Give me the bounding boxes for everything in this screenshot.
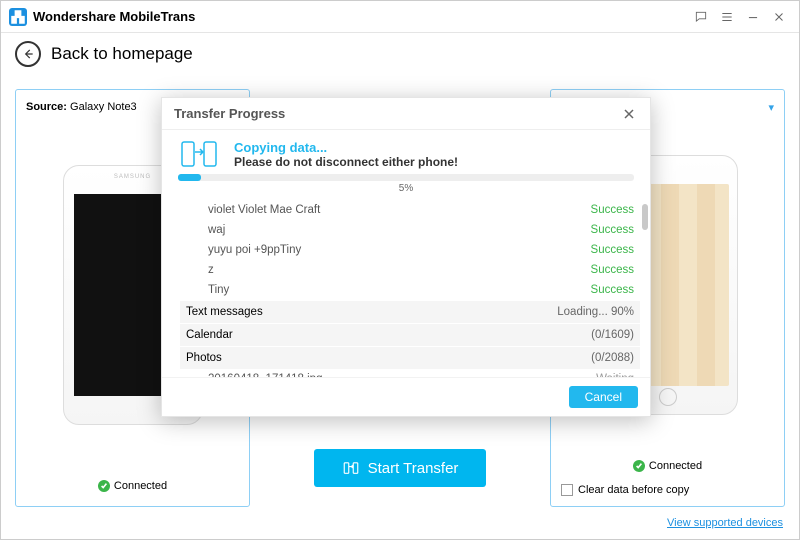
transfer-progress-dialog: Transfer Progress Copying data... Please… xyxy=(161,97,651,417)
source-status: Connected xyxy=(26,476,239,496)
scrollbar-thumb[interactable] xyxy=(642,204,648,230)
progress-area: 5% xyxy=(162,172,650,200)
warning-label: Please do not disconnect either phone! xyxy=(234,155,458,169)
menu-icon[interactable] xyxy=(715,5,739,29)
clear-data-label: Clear data before copy xyxy=(578,484,689,496)
category-row: Calendar(0/1609) xyxy=(180,324,640,346)
close-icon[interactable] xyxy=(767,5,791,29)
dialog-status-row: Copying data... Please do not disconnect… xyxy=(162,130,650,172)
back-label: Back to homepage xyxy=(51,44,193,64)
transfer-icon xyxy=(342,459,360,477)
item-row: violet Violet Mae CraftSuccess xyxy=(180,200,640,220)
row-name: violet Violet Mae Craft xyxy=(186,204,591,216)
item-row: wajSuccess xyxy=(180,220,640,240)
dialog-header: Transfer Progress xyxy=(162,98,650,130)
source-status-text: Connected xyxy=(114,480,167,492)
row-status: Success xyxy=(591,204,634,216)
row-name: Text messages xyxy=(186,306,557,318)
progress-bar xyxy=(178,174,634,181)
clear-data-option[interactable]: Clear data before copy xyxy=(561,484,774,496)
copying-label: Copying data... xyxy=(234,140,458,155)
transfer-list: violet Violet Mae CraftSuccesswajSuccess… xyxy=(162,200,650,377)
app-logo xyxy=(9,8,27,26)
row-name: waj xyxy=(186,224,591,236)
dialog-title: Transfer Progress xyxy=(174,106,285,121)
item-row: TinySuccess xyxy=(180,280,640,300)
back-row: Back to homepage xyxy=(1,33,799,75)
row-status: Success xyxy=(591,244,634,256)
row-status: Waiting xyxy=(596,373,634,377)
category-row: Text messagesLoading... 90% xyxy=(180,301,640,323)
chevron-down-icon[interactable]: ▾ xyxy=(768,101,774,114)
source-prefix: Source: xyxy=(26,101,67,113)
minimize-icon[interactable] xyxy=(741,5,765,29)
feedback-icon[interactable] xyxy=(689,5,713,29)
title-bar: Wondershare MobileTrans xyxy=(1,1,799,33)
progress-bar-fill xyxy=(178,174,201,181)
source-device: Galaxy Note3 xyxy=(70,101,137,113)
start-transfer-label: Start Transfer xyxy=(368,460,459,477)
item-row: yuyu poi +9ppTinySuccess xyxy=(180,240,640,260)
dialog-footer: Cancel xyxy=(162,377,650,416)
row-name: Photos xyxy=(186,352,591,364)
item-row: zSuccess xyxy=(180,260,640,280)
item-row: 20160418_171418.jpgWaiting xyxy=(180,369,640,377)
view-supported-devices-link[interactable]: View supported devices xyxy=(667,517,783,529)
progress-percent: 5% xyxy=(178,183,634,194)
category-row: Photos(0/2088) xyxy=(180,347,640,369)
check-icon xyxy=(633,460,645,472)
row-name: 20160418_171418.jpg xyxy=(186,373,596,377)
row-status: (0/2088) xyxy=(591,352,634,364)
row-name: Calendar xyxy=(186,329,591,341)
check-icon xyxy=(98,480,110,492)
row-status: Success xyxy=(591,284,634,296)
dialog-close-button[interactable] xyxy=(620,105,638,123)
row-status: (0/1609) xyxy=(591,329,634,341)
destination-status-text: Connected xyxy=(649,460,702,472)
cancel-button[interactable]: Cancel xyxy=(569,386,638,408)
app-title: Wondershare MobileTrans xyxy=(33,9,195,24)
row-name: yuyu poi +9ppTiny xyxy=(186,244,591,256)
row-status: Loading... 90% xyxy=(557,306,634,318)
start-transfer-button[interactable]: Start Transfer xyxy=(314,449,487,487)
back-button[interactable] xyxy=(15,41,41,67)
row-status: Success xyxy=(591,264,634,276)
row-status: Success xyxy=(591,224,634,236)
row-name: z xyxy=(186,264,591,276)
phone-transfer-icon xyxy=(178,138,220,170)
destination-status: Connected xyxy=(561,456,774,476)
clear-data-checkbox[interactable] xyxy=(561,484,573,496)
row-name: Tiny xyxy=(186,284,591,296)
